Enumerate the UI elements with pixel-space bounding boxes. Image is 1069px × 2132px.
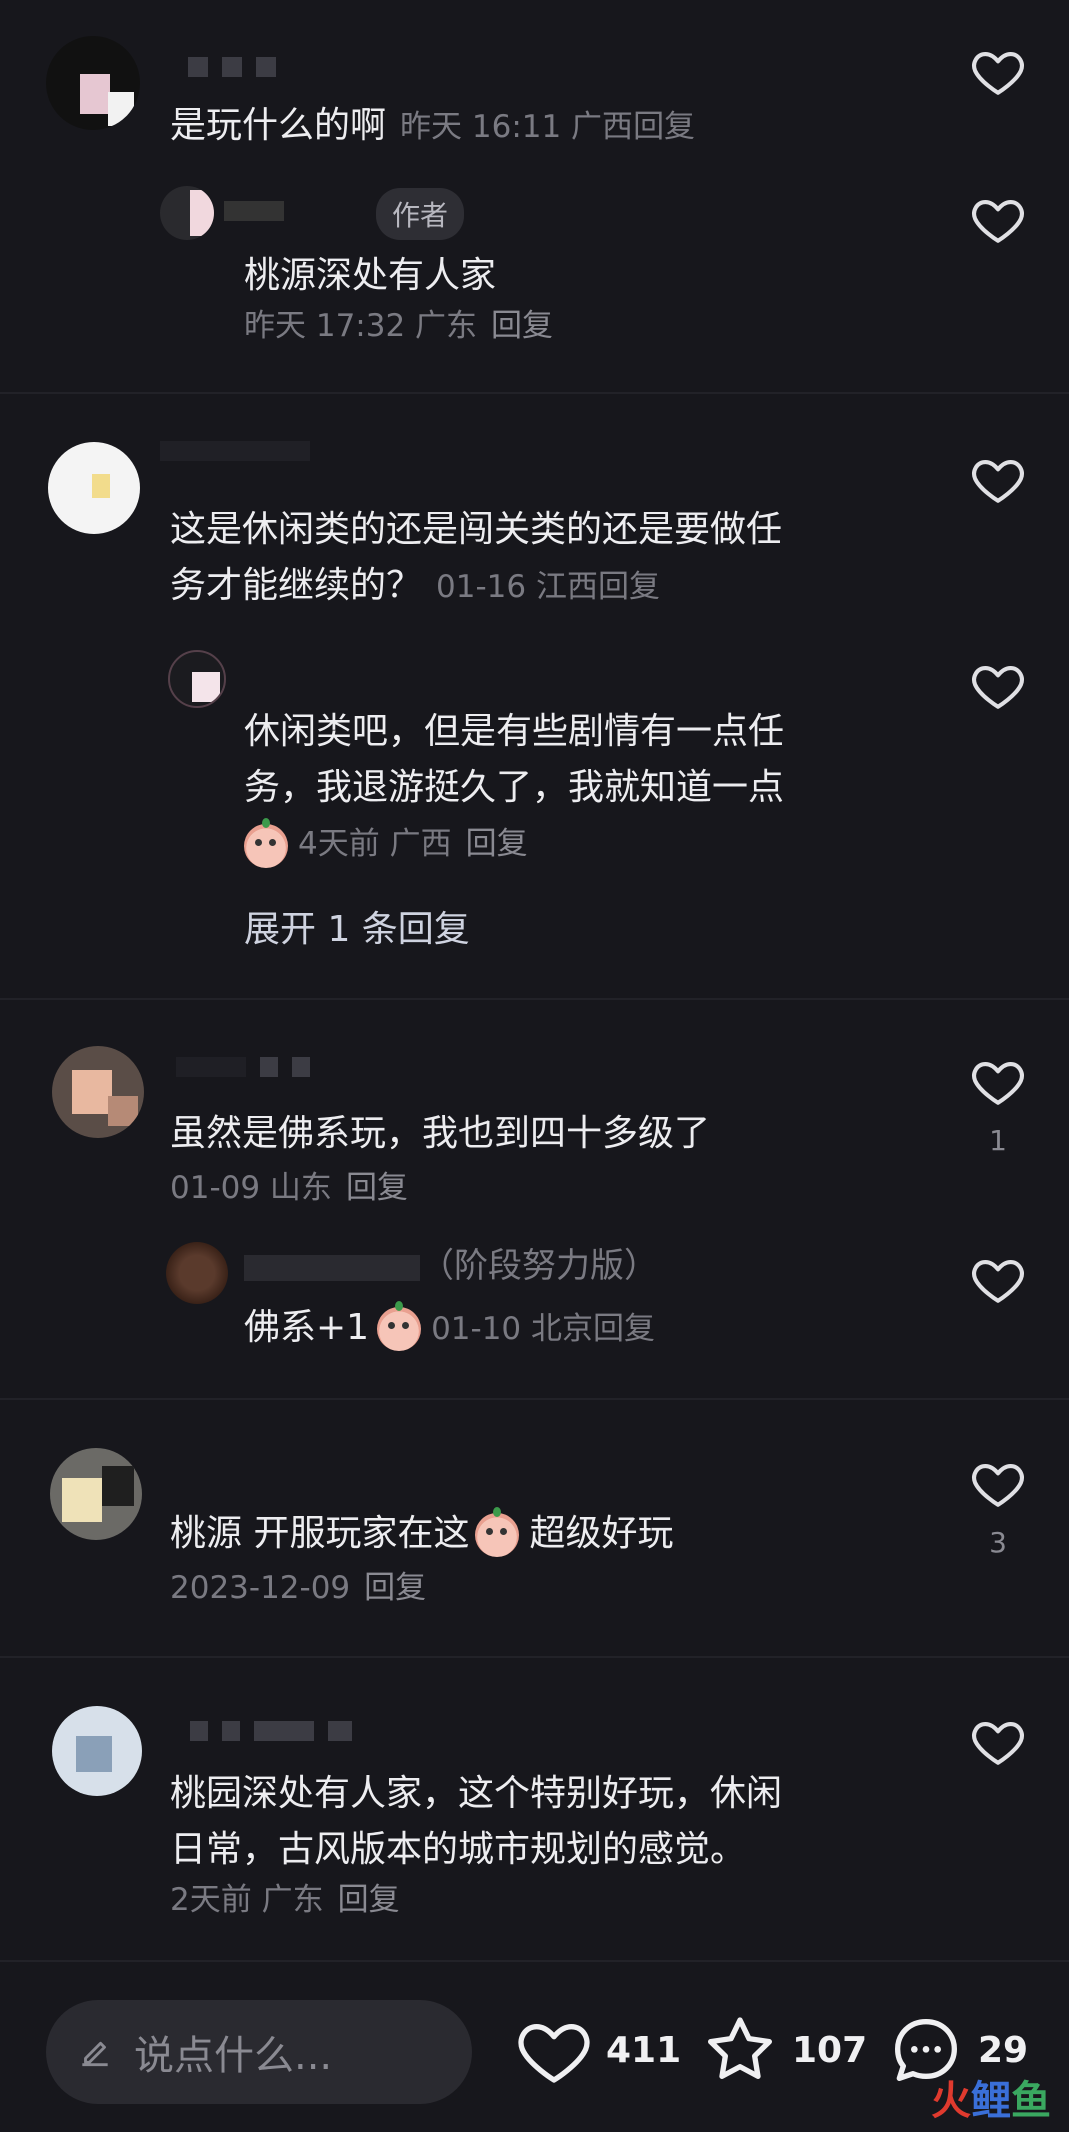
avatar[interactable] (160, 186, 214, 240)
peach-emoji-icon (377, 1301, 422, 1351)
reply-link[interactable]: 回复 (338, 1882, 400, 1918)
peach-emoji-icon (244, 817, 288, 868)
reply-text: 桃源深处有人家 (244, 255, 497, 296)
avatar[interactable] (166, 1242, 228, 1304)
reply-meta: 昨天 17:32 广东 回复 (244, 308, 554, 344)
comment-text: 桃园深处有人家，这个特别好玩，休闲 日常，古风版本的城市规划的感觉。 (170, 1773, 783, 1870)
like-total: 411 (606, 2029, 682, 2071)
heart-icon[interactable] (969, 190, 1027, 248)
reply-text: 佛系+1 01-10 北京回复 (244, 1300, 655, 1357)
avatar[interactable] (168, 650, 226, 708)
comment-text: 桃源 开服玩家在这 超级好玩 (170, 1506, 673, 1562)
watermark: 火鲤鱼 (931, 2078, 1051, 2124)
reply-meta: 4天前 广西 回复 (244, 817, 528, 868)
reply-link[interactable]: 回复 (346, 1170, 408, 1206)
avatar[interactable] (50, 1448, 142, 1540)
comment-input-placeholder: 说点什么... (134, 2033, 333, 2079)
reply-link[interactable]: 回复 (364, 1570, 426, 1606)
username-blurred[interactable] (188, 56, 276, 78)
reply-username[interactable]: （阶段努力版） (244, 1244, 658, 1288)
comment-meta: 2天前 广东 回复 (170, 1882, 400, 1918)
reply-text: 休闲类吧，但是有些剧情有一点任 务，我退游挺久了，我就知道一点 (244, 711, 785, 808)
avatar[interactable] (48, 442, 140, 534)
peach-emoji-icon (475, 1507, 520, 1557)
comment-text: 虽然是佛系玩，我也到四十多级了 (170, 1113, 711, 1154)
heart-icon[interactable] (969, 42, 1027, 100)
bottom-action-bar: 说点什么... 411 107 29 火鲤鱼 (0, 1960, 1069, 2132)
reply-link[interactable]: 回复 (598, 569, 660, 605)
pencil-icon (76, 2033, 114, 2071)
reply-link[interactable]: 回复 (633, 109, 695, 145)
favorite-button[interactable]: 107 (700, 2010, 867, 2090)
author-badge: 作者 (376, 188, 465, 240)
expand-replies-link[interactable]: 展开 1 条回复 (244, 900, 470, 952)
heart-icon[interactable] (969, 1052, 1027, 1110)
like-button[interactable]: 411 (514, 2010, 681, 2090)
like-count: 3 (989, 1526, 1007, 1559)
username-blurred[interactable] (160, 440, 310, 462)
divider (0, 1398, 1069, 1400)
avatar[interactable] (52, 1706, 142, 1796)
username-blurred[interactable] (176, 1056, 310, 1078)
like-count: 1 (989, 1124, 1007, 1157)
heart-icon[interactable] (969, 1250, 1027, 1308)
divider (0, 1656, 1069, 1658)
comment-input[interactable]: 说点什么... (46, 2000, 472, 2104)
reply-link[interactable]: 回复 (491, 308, 553, 344)
reply-link[interactable]: 回复 (466, 826, 528, 862)
divider (0, 998, 1069, 1000)
comment-text: 这是休闲类的还是闯关类的还是要做任 务才能继续的？ 01-16 江西回复 (170, 509, 783, 606)
divider (0, 392, 1069, 394)
reply-link[interactable]: 回复 (593, 1311, 655, 1347)
heart-icon (514, 2010, 594, 2090)
heart-icon[interactable] (969, 1454, 1027, 1512)
heart-icon[interactable] (969, 1712, 1027, 1770)
heart-icon[interactable] (969, 450, 1027, 508)
comment-total: 29 (978, 2029, 1029, 2071)
avatar[interactable] (46, 36, 140, 130)
avatar[interactable] (52, 1046, 144, 1138)
heart-icon[interactable] (969, 656, 1027, 714)
username-blurred[interactable] (190, 1720, 352, 1742)
comment-meta: 2023-12-09 回复 (170, 1570, 427, 1606)
comment-text: 是玩什么的啊 昨天 16:11 广西回复 (170, 105, 696, 146)
comment-meta: 01-09 山东 回复 (170, 1170, 408, 1206)
favorite-total: 107 (792, 2029, 868, 2071)
star-icon (700, 2010, 780, 2090)
username-blurred[interactable] (224, 200, 284, 222)
